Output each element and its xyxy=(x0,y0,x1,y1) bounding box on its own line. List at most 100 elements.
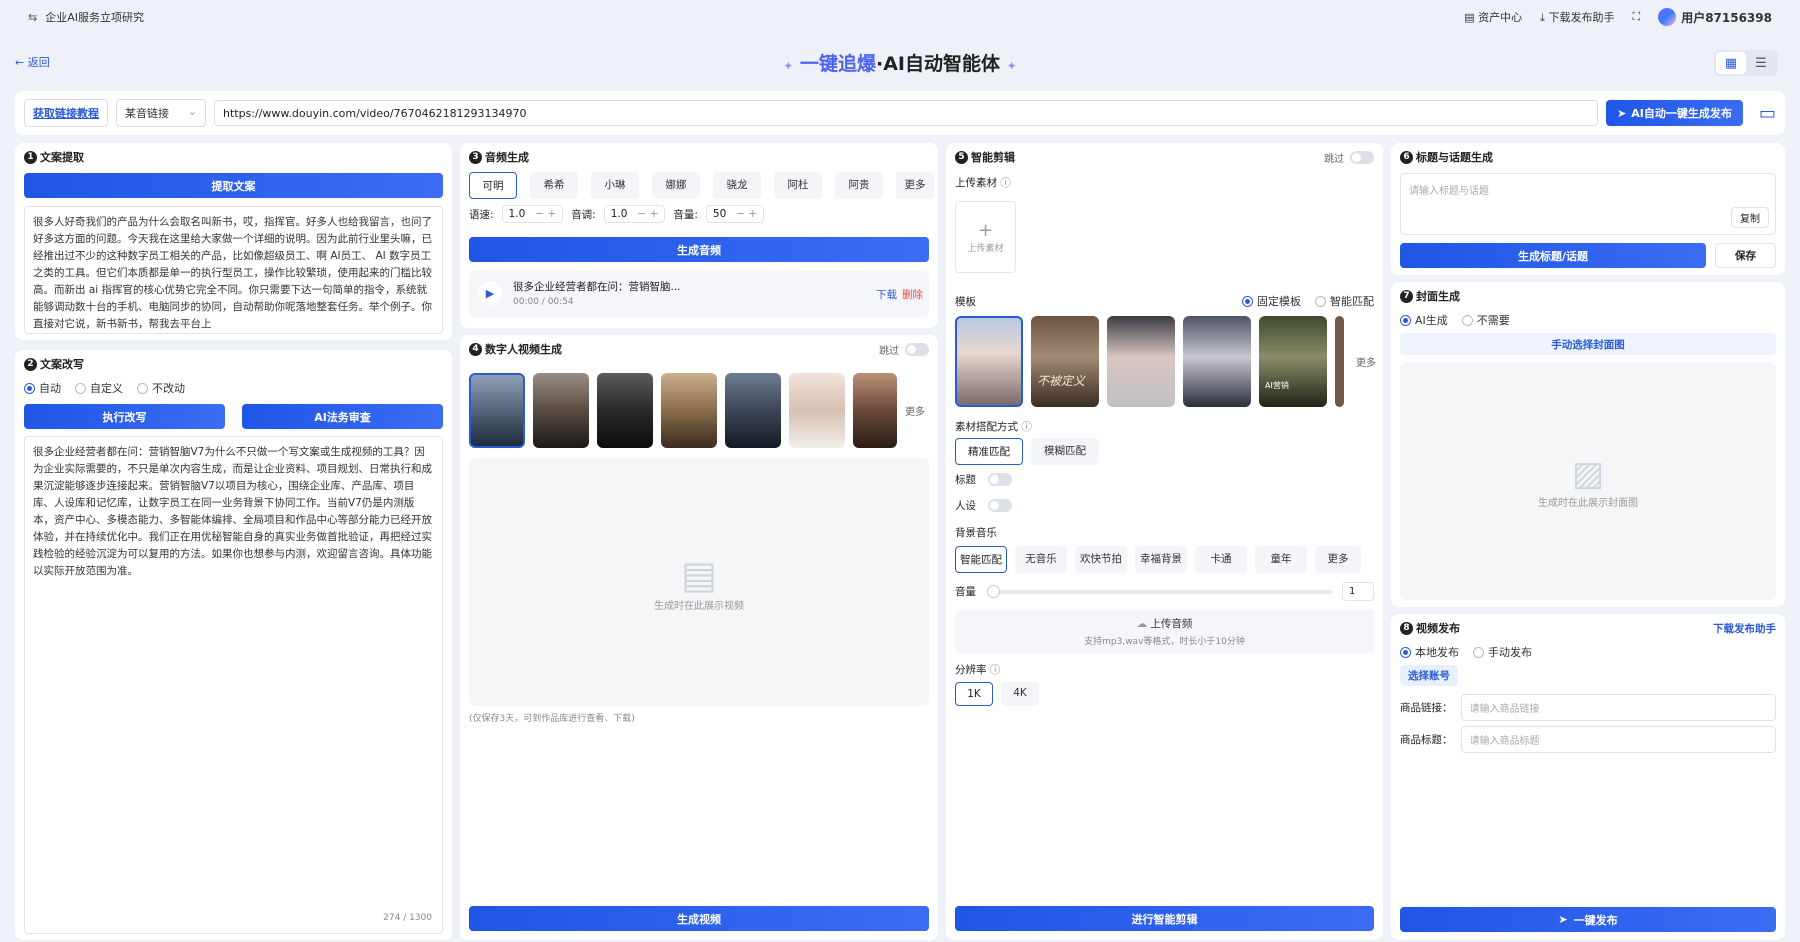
copy-button[interactable]: 复制 xyxy=(1731,207,1769,228)
avatar-option[interactable] xyxy=(725,373,781,448)
bgm-option[interactable]: 欢快节拍 xyxy=(1075,546,1127,573)
bgm-volume-value[interactable]: 1 xyxy=(1342,582,1374,601)
voice-option[interactable]: 阿杜 xyxy=(774,172,822,199)
generate-audio-button[interactable]: 生成音频 xyxy=(469,237,929,262)
persona-toggle[interactable] xyxy=(988,499,1012,512)
bgm-option[interactable]: 无音乐 xyxy=(1015,546,1067,573)
grid-view-icon[interactable]: ▦ xyxy=(1716,52,1746,74)
upload-material-button[interactable]: + 上传素材 xyxy=(955,201,1016,273)
bgm-option[interactable]: 幸福背景 xyxy=(1135,546,1187,573)
url-input[interactable] xyxy=(214,100,1598,126)
auto-generate-button[interactable]: ➤ AI自动一键生成发布 xyxy=(1605,100,1743,126)
match-precise[interactable]: 精准匹配 xyxy=(955,438,1023,465)
pitch-stepper[interactable]: 1.0 − + xyxy=(603,205,666,223)
step-number: 1 xyxy=(24,150,37,164)
bgm-option[interactable]: 卡通 xyxy=(1195,546,1247,573)
manual-cover-button[interactable]: 手动选择封面图 xyxy=(1400,333,1776,355)
match-mode-label: 素材搭配方式 ⓘ xyxy=(955,419,1032,434)
upload-audio-area[interactable]: ☁ 上传音频 支持mp3,wav等格式，时长小于10分钟 xyxy=(955,610,1374,653)
download-helper-link[interactable]: 下载发布助手 xyxy=(1713,621,1776,636)
audio-delete-link[interactable]: 删除 xyxy=(902,287,923,302)
goods-link-input[interactable]: 请输入商品链接 xyxy=(1460,694,1776,721)
template-fixed[interactable]: 固定模板 xyxy=(1242,293,1301,309)
bgm-more[interactable]: 更多 xyxy=(1315,546,1361,573)
mode-auto[interactable]: 自动 xyxy=(24,380,61,396)
voice-option[interactable]: 骁龙 xyxy=(713,172,761,199)
template-option[interactable] xyxy=(955,316,1023,407)
voice-more[interactable]: 更多 xyxy=(896,172,934,199)
info-icon[interactable]: ⓘ xyxy=(990,664,1001,676)
platform-select[interactable]: 某音链接 ⌄ xyxy=(116,99,206,127)
rewrite-button[interactable]: 执行改写 xyxy=(24,404,225,429)
template-option[interactable] xyxy=(1183,316,1251,407)
speed-stepper[interactable]: 1.0 − + xyxy=(501,205,564,223)
template-smart[interactable]: 智能匹配 xyxy=(1315,293,1374,309)
avatar-option[interactable] xyxy=(597,373,653,448)
goods-title-input[interactable]: 请输入商品标题 xyxy=(1460,726,1776,753)
title-topic-input[interactable]: 请输入标题与话题 复制 xyxy=(1400,173,1776,235)
slider-handle[interactable] xyxy=(987,584,1000,598)
download-helper-link[interactable]: ⤓ 下载发布助手 xyxy=(1540,9,1614,25)
switch-icon[interactable]: ⇆ xyxy=(28,11,37,24)
voice-option[interactable]: 可明 xyxy=(469,172,517,199)
mode-custom[interactable]: 自定义 xyxy=(75,380,123,396)
tutorial-link[interactable]: 获取链接教程 xyxy=(24,99,108,127)
cover-none[interactable]: 不需要 xyxy=(1461,312,1510,328)
mode-label: 手动发布 xyxy=(1488,646,1532,659)
save-button[interactable]: 保存 xyxy=(1715,243,1776,268)
audio-player: ▶ 很多企业经营者都在问：营销智脑... 00:00 / 00:54 下载 删除 xyxy=(469,271,929,317)
voice-option[interactable]: 希希 xyxy=(530,172,578,199)
skip-toggle[interactable]: 跳过 xyxy=(879,342,929,357)
rewritten-text[interactable]: 很多企业经营者都在问：营销智脑V7为什么不只做一个写文案或生成视频的工具？因为企… xyxy=(24,436,443,934)
publish-local[interactable]: 本地发布 xyxy=(1400,644,1459,660)
match-fuzzy[interactable]: 模糊匹配 xyxy=(1031,438,1099,465)
template-caption: 不被定义 xyxy=(1037,374,1086,388)
bgm-option[interactable]: 智能匹配 xyxy=(955,546,1007,573)
mode-none[interactable]: 不改动 xyxy=(137,380,185,396)
cover-ai[interactable]: AI生成 xyxy=(1400,312,1448,328)
smart-edit-button[interactable]: 进行智能剪辑 xyxy=(955,906,1374,931)
resolution-option[interactable]: 1K xyxy=(955,682,993,706)
bgm-volume-slider[interactable] xyxy=(987,584,1332,598)
voice-option[interactable]: 小琳 xyxy=(591,172,639,199)
voice-option[interactable]: 娜娜 xyxy=(652,172,700,199)
select-account-button[interactable]: 选择账号 xyxy=(1400,665,1458,686)
audio-download-link[interactable]: 下载 xyxy=(876,287,897,302)
fullscreen-icon[interactable]: ⛶ xyxy=(1632,10,1640,24)
play-icon[interactable]: ▶ xyxy=(478,281,502,305)
template-option[interactable] xyxy=(1107,316,1175,407)
template-more[interactable]: 更多 xyxy=(1356,354,1376,369)
list-view-icon[interactable]: ☰ xyxy=(1746,52,1776,74)
title-toggle-label: 标题 xyxy=(955,474,976,486)
avatar-option[interactable] xyxy=(661,373,717,448)
avatar-option[interactable] xyxy=(853,373,897,448)
template-option[interactable]: AI营销 xyxy=(1259,316,1327,407)
generate-video-button[interactable]: 生成视频 xyxy=(469,906,929,931)
user-menu[interactable]: 用户87156398 xyxy=(1658,8,1772,26)
avatar-option[interactable] xyxy=(789,373,845,448)
extract-button[interactable]: 提取文案 xyxy=(24,173,443,198)
info-icon[interactable]: ⓘ xyxy=(1000,177,1011,189)
legal-review-button[interactable]: AI法务审查 xyxy=(242,404,443,429)
voice-option[interactable]: 阿贵 xyxy=(835,172,883,199)
publish-button[interactable]: ➤ 一键发布 xyxy=(1400,907,1776,932)
generate-title-button[interactable]: 生成标题/话题 xyxy=(1400,243,1706,268)
title-toggle-row: 标题 xyxy=(955,472,1012,487)
avatar-option[interactable] xyxy=(469,373,525,448)
bgm-option[interactable]: 童年 xyxy=(1255,546,1307,573)
volume-stepper[interactable]: 50 − + xyxy=(705,205,765,223)
resolution-option[interactable]: 4K xyxy=(1001,682,1039,706)
template-option[interactable]: 不被定义 xyxy=(1031,316,1099,407)
skip-toggle[interactable]: 跳过 xyxy=(1324,150,1374,165)
avatar-option[interactable] xyxy=(533,373,589,448)
template-option[interactable] xyxy=(1335,316,1344,407)
radio-icon xyxy=(1242,295,1253,307)
notes-icon[interactable]: ▭ xyxy=(1759,103,1776,124)
extracted-text[interactable]: 很多人好奇我们的产品为什么会取名叫新书，哎，指挥官。好多人也给我留言，也问了好多… xyxy=(24,206,443,334)
publish-manual[interactable]: 手动发布 xyxy=(1473,644,1532,660)
title-toggle[interactable] xyxy=(988,473,1012,486)
avatar-more[interactable]: 更多 xyxy=(905,403,925,418)
resolution-label: 分辨率 ⓘ xyxy=(955,662,1000,677)
info-icon[interactable]: ⓘ xyxy=(1021,421,1032,433)
assets-link[interactable]: ▤ 资产中心 xyxy=(1464,9,1522,25)
